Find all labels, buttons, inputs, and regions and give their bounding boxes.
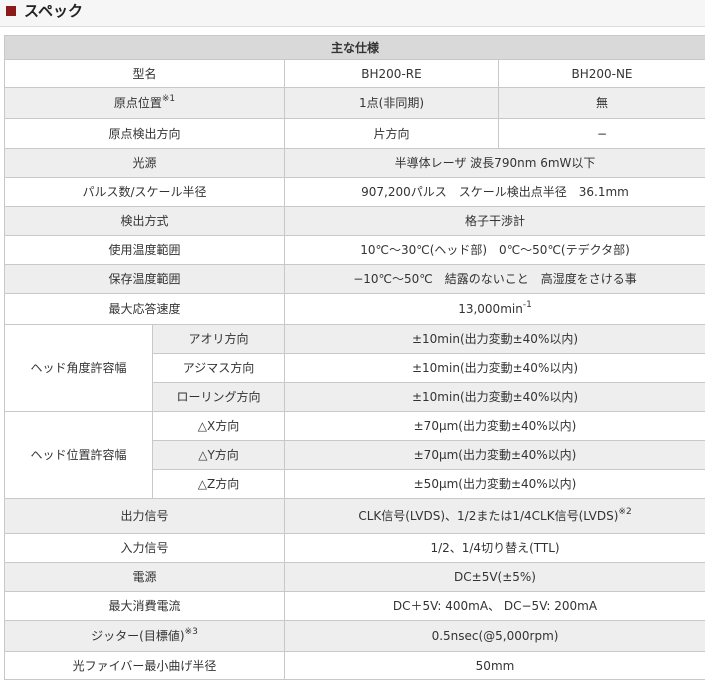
origin-note: ※1 bbox=[162, 94, 175, 104]
section-title: スペック bbox=[24, 1, 83, 21]
detection-value: 格子干渉計 bbox=[285, 207, 705, 236]
fiber-label: 光ファイバー最小曲げ半径 bbox=[5, 652, 285, 680]
origin-dir-label: 原点検出方向 bbox=[5, 119, 285, 149]
op-temp-label: 使用温度範囲 bbox=[5, 236, 285, 265]
model-ne: BH200-NE bbox=[499, 60, 705, 88]
origin-dir-ne: − bbox=[499, 119, 705, 149]
table-row: ヘッド角度許容幅 アオリ方向 ±10min(出力変動±40%以内) bbox=[5, 325, 705, 354]
position-item-label: △X方向 bbox=[153, 412, 285, 441]
model-label: 型名 bbox=[5, 60, 285, 88]
max-speed-value: 13,000min-1 bbox=[285, 294, 705, 325]
origin-dir-re: 片方向 bbox=[285, 119, 499, 149]
angle-group-label: ヘッド角度許容幅 bbox=[5, 325, 153, 412]
model-re: BH200-RE bbox=[285, 60, 499, 88]
table-row: 光ファイバー最小曲げ半径 50mm bbox=[5, 652, 705, 680]
table-row: ジッター(目標値)※3 0.5nsec(@5,000rpm) bbox=[5, 621, 705, 652]
storage-temp-label: 保存温度範囲 bbox=[5, 265, 285, 294]
detection-label: 検出方式 bbox=[5, 207, 285, 236]
origin-label: 原点位置※1 bbox=[5, 88, 285, 119]
angle-item-label: アジマス方向 bbox=[153, 354, 285, 383]
position-item-value: ±70μm(出力変動±40%以内) bbox=[285, 412, 705, 441]
table-row: 光源 半導体レーザ 波長790nm 6mW以下 bbox=[5, 149, 705, 178]
fiber-value: 50mm bbox=[285, 652, 705, 680]
max-speed-label: 最大応答速度 bbox=[5, 294, 285, 325]
position-item-value: ±50μm(出力変動±40%以内) bbox=[285, 470, 705, 499]
angle-item-value: ±10min(出力変動±40%以内) bbox=[285, 325, 705, 354]
output-note: ※2 bbox=[618, 507, 631, 517]
pulses-value: 907,200パルス スケール検出点半径 36.1mm bbox=[285, 178, 705, 207]
light-source-label: 光源 bbox=[5, 149, 285, 178]
input-label: 入力信号 bbox=[5, 534, 285, 563]
angle-item-label: アオリ方向 bbox=[153, 325, 285, 354]
table-row: 型名 BH200-RE BH200-NE bbox=[5, 60, 705, 88]
output-value: CLK信号(LVDS)、1/2または1/4CLK信号(LVDS)※2 bbox=[285, 499, 705, 534]
table-row: ヘッド位置許容幅 △X方向 ±70μm(出力変動±40%以内) bbox=[5, 412, 705, 441]
table-row: 原点位置※1 1点(非同期) 無 bbox=[5, 88, 705, 119]
table-row: 出力信号 CLK信号(LVDS)、1/2または1/4CLK信号(LVDS)※2 bbox=[5, 499, 705, 534]
position-item-label: △Y方向 bbox=[153, 441, 285, 470]
table-row: 原点検出方向 片方向 − bbox=[5, 119, 705, 149]
angle-item-label: ローリング方向 bbox=[153, 383, 285, 412]
storage-temp-value: −10℃〜50℃ 結露のないこと 高湿度をさける事 bbox=[285, 265, 705, 294]
power-label: 電源 bbox=[5, 563, 285, 592]
angle-item-value: ±10min(出力変動±40%以内) bbox=[285, 354, 705, 383]
max-speed-exponent: -1 bbox=[523, 300, 532, 310]
jitter-value: 0.5nsec(@5,000rpm) bbox=[285, 621, 705, 652]
table-caption: 主な仕様 bbox=[5, 36, 705, 60]
table-row: 検出方式 格子干渉計 bbox=[5, 207, 705, 236]
table-row: パルス数/スケール半径 907,200パルス スケール検出点半径 36.1mm bbox=[5, 178, 705, 207]
table-row: 使用温度範囲 10℃〜30℃(ヘッド部) 0℃〜50℃(テデクタ部) bbox=[5, 236, 705, 265]
input-value: 1/2、1/4切り替え(TTL) bbox=[285, 534, 705, 563]
light-source-value: 半導体レーザ 波長790nm 6mW以下 bbox=[285, 149, 705, 178]
position-group-label: ヘッド位置許容幅 bbox=[5, 412, 153, 499]
table-row: 保存温度範囲 −10℃〜50℃ 結露のないこと 高湿度をさける事 bbox=[5, 265, 705, 294]
max-current-label: 最大消費電流 bbox=[5, 592, 285, 621]
position-item-label: △Z方向 bbox=[153, 470, 285, 499]
heading-square-icon bbox=[6, 6, 16, 16]
origin-re: 1点(非同期) bbox=[285, 88, 499, 119]
position-item-value: ±70μm(出力変動±40%以内) bbox=[285, 441, 705, 470]
op-temp-value: 10℃〜30℃(ヘッド部) 0℃〜50℃(テデクタ部) bbox=[285, 236, 705, 265]
table-row: 電源 DC±5V(±5%) bbox=[5, 563, 705, 592]
angle-item-value: ±10min(出力変動±40%以内) bbox=[285, 383, 705, 412]
output-label: 出力信号 bbox=[5, 499, 285, 534]
spec-table: 主な仕様 型名 BH200-RE BH200-NE 原点位置※1 1点(非同期)… bbox=[4, 35, 705, 680]
pulses-label: パルス数/スケール半径 bbox=[5, 178, 285, 207]
table-row: 入力信号 1/2、1/4切り替え(TTL) bbox=[5, 534, 705, 563]
jitter-note: ※3 bbox=[185, 627, 198, 637]
origin-ne: 無 bbox=[499, 88, 705, 119]
power-value: DC±5V(±5%) bbox=[285, 563, 705, 592]
jitter-label: ジッター(目標値)※3 bbox=[5, 621, 285, 652]
table-row: 最大消費電流 DC＋5V: 400mA、 DC−5V: 200mA bbox=[5, 592, 705, 621]
table-row: 最大応答速度 13,000min-1 bbox=[5, 294, 705, 325]
section-heading: スペック bbox=[0, 0, 705, 27]
max-current-value: DC＋5V: 400mA、 DC−5V: 200mA bbox=[285, 592, 705, 621]
